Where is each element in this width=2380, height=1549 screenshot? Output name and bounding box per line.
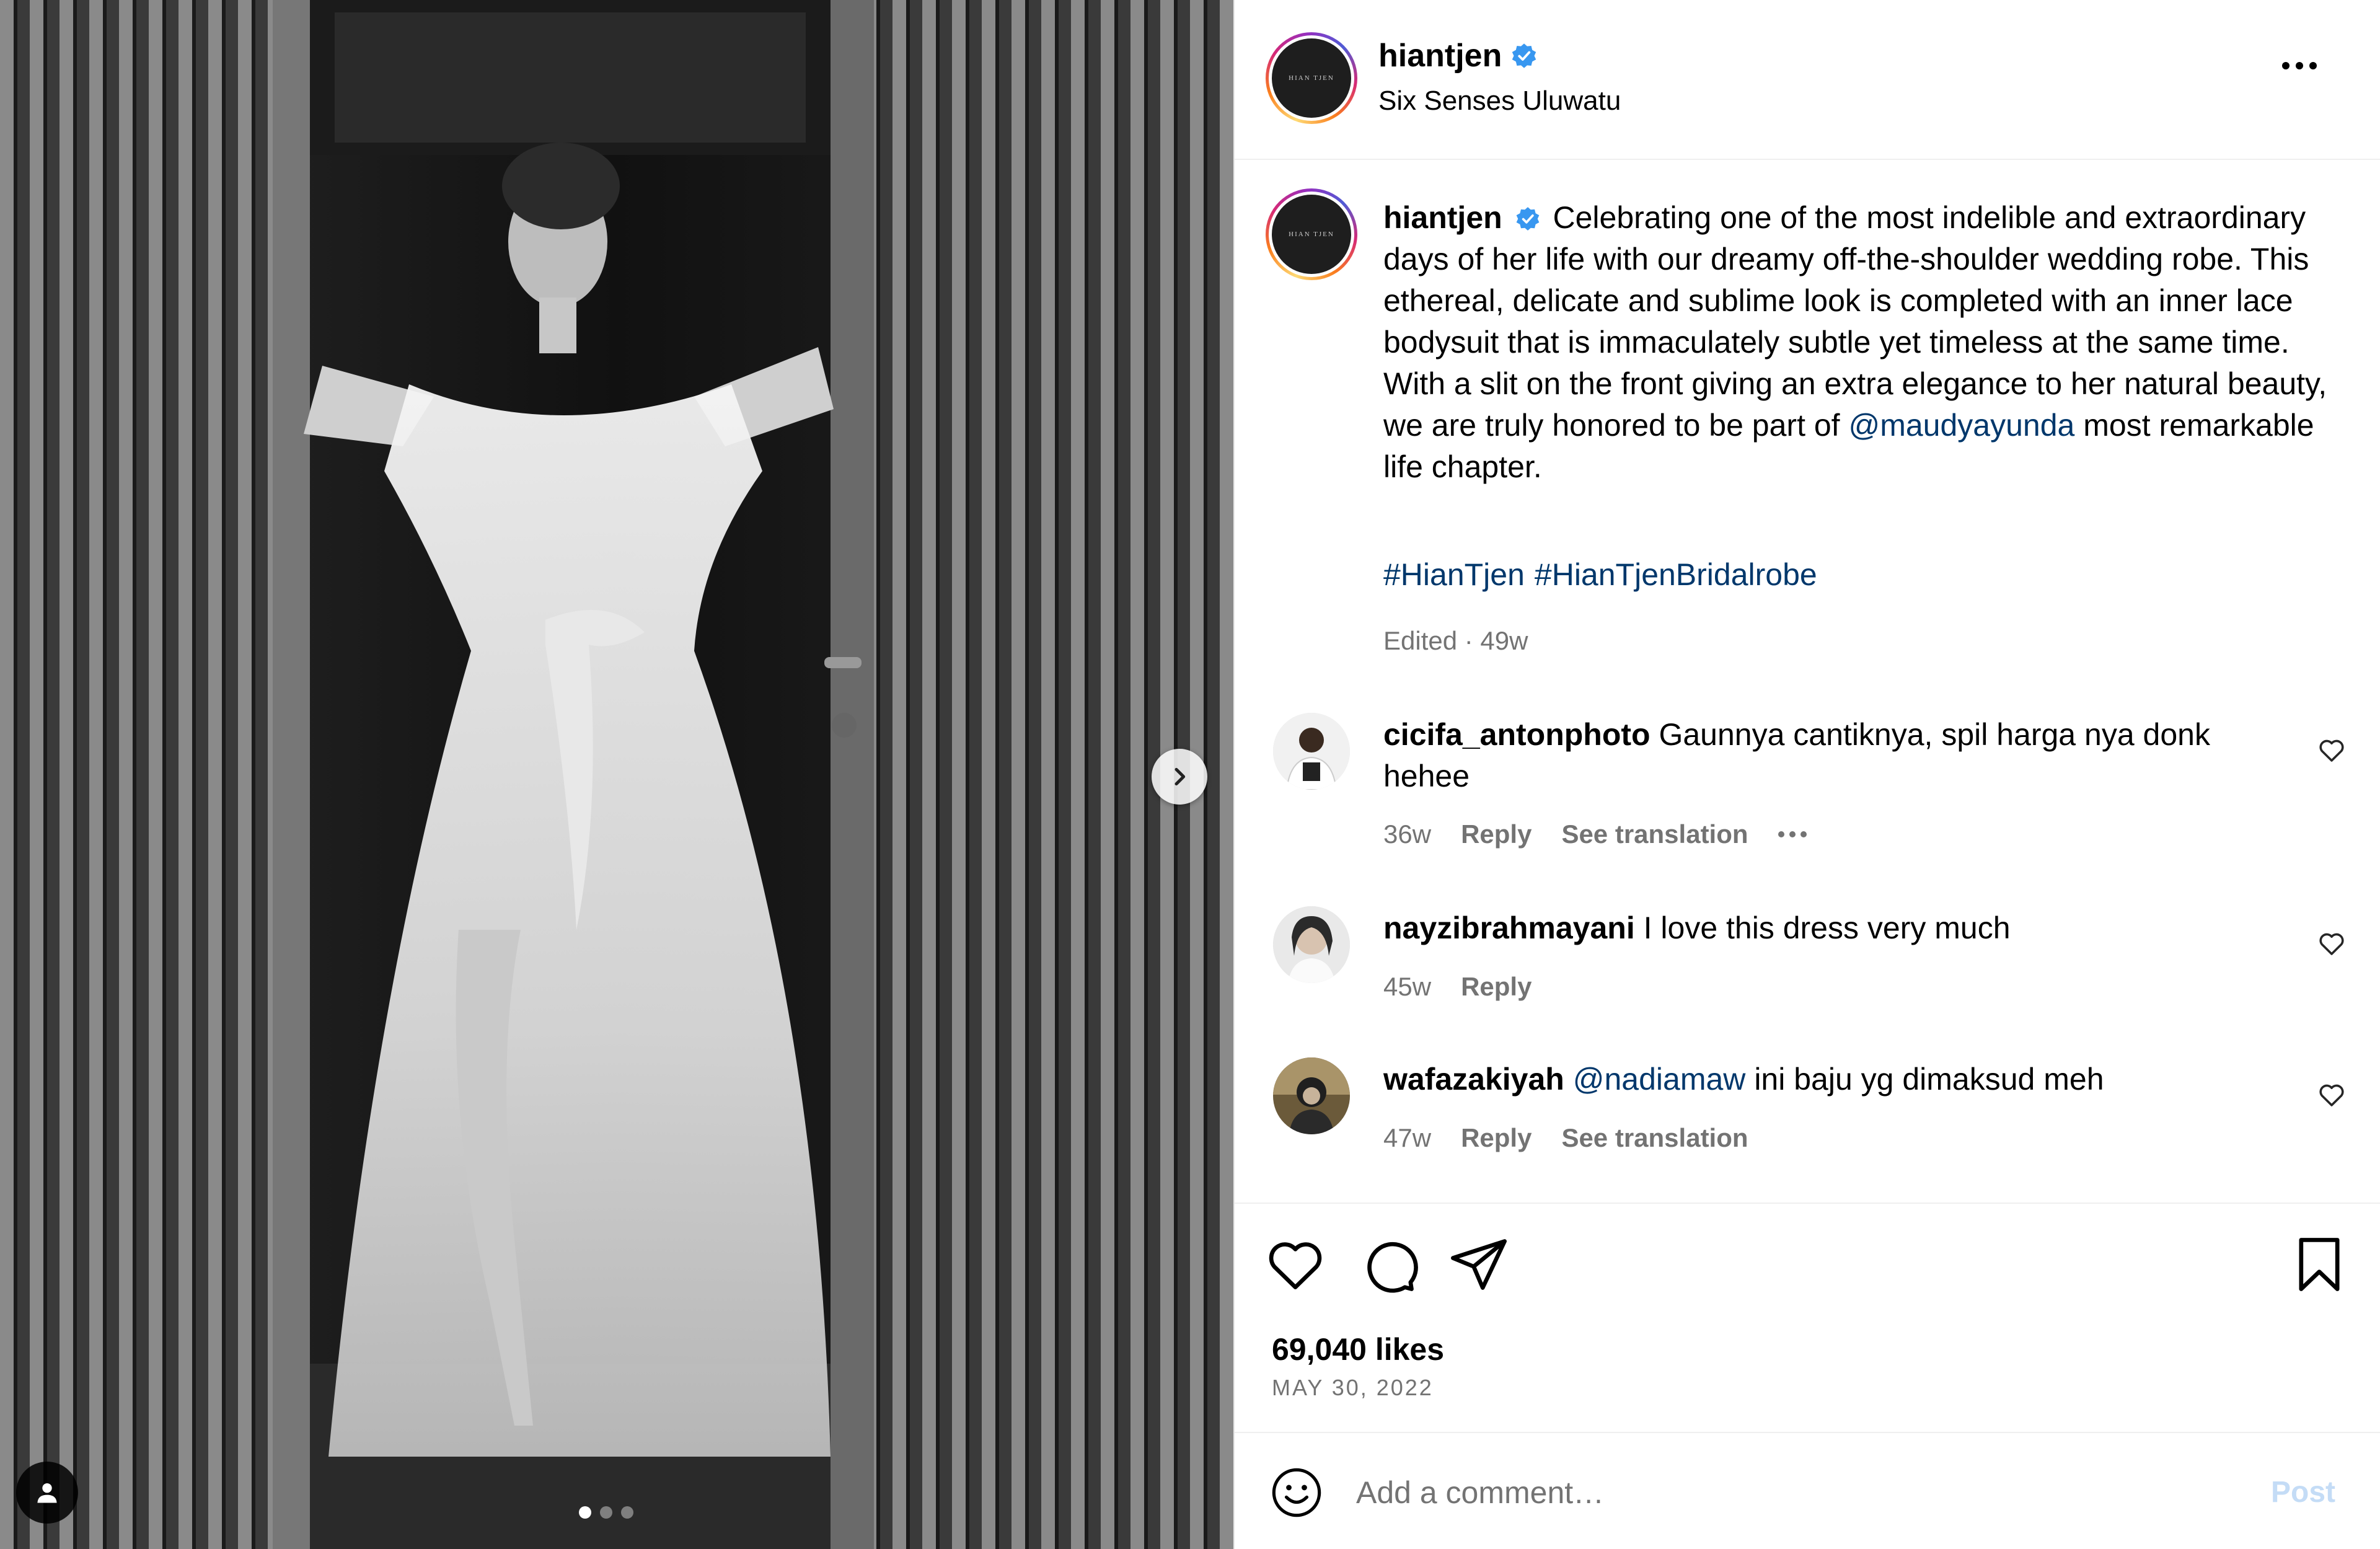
- more-options-button[interactable]: [2282, 62, 2317, 69]
- comment-avatar[interactable]: [1273, 713, 1350, 790]
- caption-body: Celebrating one of the most indelible an…: [1383, 200, 2327, 443]
- comment-meta: 36w Reply See translation: [1383, 819, 1807, 849]
- header-username[interactable]: hiantjen: [1378, 37, 1502, 74]
- heart-icon[interactable]: [2317, 735, 2347, 765]
- carousel-dot: [600, 1506, 612, 1519]
- caption-hashtags: #HianTjen #HianTjenBridalrobe: [1383, 557, 1827, 593]
- see-translation-button[interactable]: See translation: [1561, 1123, 1748, 1153]
- caption-username[interactable]: hiantjen: [1383, 200, 1502, 235]
- comment-item: wafazakiyah @nadiamaw ini baju yg dimaks…: [1235, 1057, 2380, 1194]
- instagram-post-view: HIAN TJEN hiantjen Six Senses Uluwatu HI…: [0, 0, 2380, 1549]
- avatar-logo-text: HIAN TJEN: [1289, 231, 1334, 238]
- comment-mention-link[interactable]: @nadiamaw: [1573, 1062, 1746, 1097]
- carousel-indicator: [579, 1506, 633, 1519]
- like-button[interactable]: [1264, 1233, 1326, 1295]
- more-icon: [2282, 62, 2290, 69]
- avatar-photo: [1273, 906, 1350, 983]
- share-button[interactable]: [1448, 1233, 1510, 1295]
- divider: [1235, 1432, 2380, 1433]
- comment-button[interactable]: [1357, 1233, 1419, 1295]
- comment-age: 45w: [1383, 972, 1432, 1001]
- comment-age: 47w: [1383, 1123, 1432, 1152]
- comment-avatar[interactable]: [1273, 1057, 1350, 1134]
- header-username-row: hiantjen: [1378, 37, 1538, 74]
- verified-badge-icon: [1512, 43, 1536, 68]
- comment-item: nayzibrahmayani I love this dress very m…: [1235, 906, 2380, 1043]
- see-translation-button[interactable]: See translation: [1561, 819, 1748, 849]
- post-comment-button[interactable]: Post: [2271, 1475, 2335, 1509]
- bookmark-button[interactable]: [2288, 1233, 2350, 1295]
- more-icon: [1778, 831, 1784, 837]
- avatar-photo: [1273, 1057, 1350, 1134]
- avatar-logo-text: HIAN TJEN: [1289, 74, 1334, 82]
- caption-avatar[interactable]: HIAN TJEN: [1266, 188, 1357, 280]
- comment-message: ini baju yg dimaksud meh: [1754, 1062, 2104, 1097]
- post-date[interactable]: MAY 30, 2022: [1272, 1375, 1434, 1401]
- comment-item: cicifa_antonphoto Gaunnya cantiknya, spi…: [1235, 713, 2380, 849]
- emoji-button[interactable]: [1269, 1465, 1324, 1520]
- comment-meta: 47w Reply See translation: [1383, 1123, 1748, 1153]
- comment-meta: 45w Reply: [1383, 972, 1532, 1002]
- next-image-button[interactable]: [1152, 749, 1207, 805]
- comment-avatar[interactable]: [1273, 906, 1350, 983]
- post-side-panel: HIAN TJEN hiantjen Six Senses Uluwatu HI…: [1233, 0, 2380, 1549]
- verified-badge-icon: [1516, 207, 1539, 231]
- chevron-right-icon: [1175, 767, 1186, 786]
- reply-button[interactable]: Reply: [1461, 1123, 1532, 1153]
- comment-username[interactable]: nayzibrahmayani: [1383, 911, 1635, 945]
- tagged-users-button[interactable]: [16, 1462, 78, 1524]
- carousel-dot: [621, 1506, 633, 1519]
- comment-age: 36w: [1383, 819, 1432, 849]
- comment-input[interactable]: [1356, 1464, 2211, 1521]
- location-link[interactable]: Six Senses Uluwatu: [1378, 86, 1621, 117]
- caption-mention-link[interactable]: @maudyayunda: [1848, 408, 2074, 443]
- carousel-dot: [579, 1506, 591, 1519]
- post-header: HIAN TJEN hiantjen Six Senses Uluwatu: [1235, 0, 2380, 160]
- avatar-photo: [1273, 713, 1350, 790]
- hashtag-link[interactable]: #HianTjenBridalrobe: [1535, 557, 1817, 592]
- comment-more-button[interactable]: [1778, 831, 1807, 837]
- likes-count[interactable]: 69,040 likes: [1272, 1331, 1444, 1367]
- comment-username[interactable]: wafazakiyah: [1383, 1062, 1564, 1097]
- post-photo: [0, 0, 1233, 1549]
- comment-username[interactable]: cicifa_antonphoto: [1383, 717, 1651, 752]
- reply-button[interactable]: Reply: [1461, 819, 1532, 849]
- caption-edited-time: Edited · 49w: [1383, 626, 1528, 655]
- caption-text: hiantjen Celebrating one of the most ind…: [1383, 197, 2332, 488]
- post-media[interactable]: [0, 0, 1233, 1549]
- heart-icon[interactable]: [2317, 1080, 2347, 1110]
- heart-icon[interactable]: [2317, 929, 2347, 958]
- divider: [1235, 1203, 2380, 1204]
- comment-text: cicifa_antonphoto Gaunnya cantiknya, spi…: [1383, 714, 2276, 797]
- reply-button[interactable]: Reply: [1461, 972, 1532, 1002]
- comment-text: wafazakiyah @nadiamaw ini baju yg dimaks…: [1383, 1059, 2276, 1100]
- user-tag-icon: [37, 1483, 57, 1503]
- comment-text: nayzibrahmayani I love this dress very m…: [1383, 907, 2276, 949]
- comment-message: I love this dress very much: [1643, 911, 2011, 945]
- header-avatar[interactable]: HIAN TJEN: [1266, 32, 1357, 124]
- hashtag-link[interactable]: #HianTjen: [1383, 557, 1525, 592]
